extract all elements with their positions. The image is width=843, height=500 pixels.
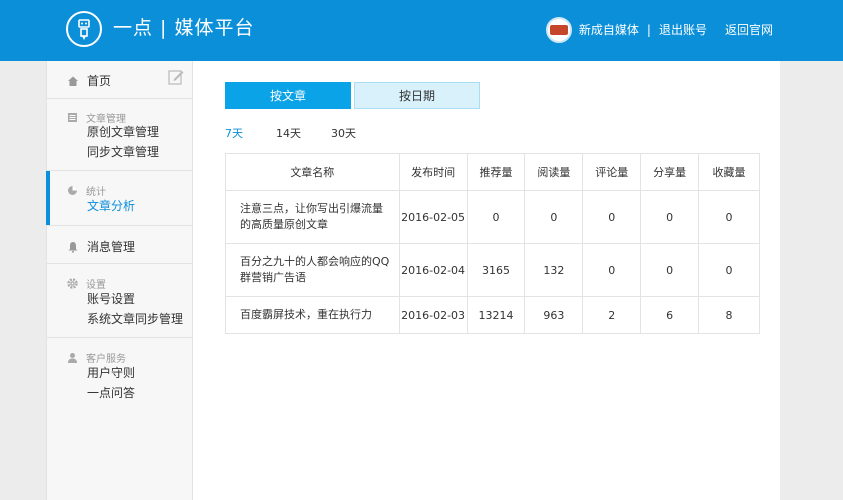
range-30-days[interactable]: 30天	[331, 125, 356, 141]
pie-chart-icon	[68, 186, 77, 195]
main-panel: 按文章 按日期 7天 14天 30天 文章名称 发布时间 推荐量 阅读量 评论量…	[193, 61, 780, 500]
sidebar-title-service: 客户服务	[67, 350, 126, 365]
cell-title[interactable]: 百度霸屏技术，重在执行力	[225, 296, 400, 334]
back-to-site-link[interactable]: 返回官网	[725, 17, 773, 43]
sidebar-title-settings: 设置	[67, 276, 106, 291]
sidebar: 首页 文章管理 原创文章管理 同步文章管理 统计 文章分析 消息管理 设置 账号…	[46, 61, 193, 500]
tab-by-date[interactable]: 按日期	[354, 82, 480, 109]
sidebar-section-articles: 文章管理 原创文章管理 同步文章管理	[47, 99, 193, 171]
cell-reads: 0	[524, 190, 584, 244]
cell-shares: 0	[640, 190, 700, 244]
article-stats-table: 文章名称 发布时间 推荐量 阅读量 评论量 分享量 收藏量 注意三点，让你写出引…	[225, 153, 760, 334]
header-separator: |	[646, 23, 651, 37]
cell-comments: 0	[582, 190, 642, 244]
table-row: 百度霸屏技术，重在执行力 2016-02-03 13214 963 2 6 8	[225, 296, 760, 334]
cell-date: 2016-02-03	[398, 296, 468, 334]
cell-reads: 963	[524, 296, 584, 334]
cell-favorites: 8	[698, 296, 760, 334]
sidebar-item-account-settings[interactable]: 账号设置	[87, 291, 135, 307]
sidebar-section-home: 首页	[47, 61, 193, 99]
cell-shares: 0	[640, 243, 700, 297]
cell-comments: 0	[582, 243, 642, 297]
header-user-area: 新成自媒体 | 退出账号 返回官网	[545, 17, 773, 43]
cell-reads: 132	[524, 243, 584, 297]
col-header-favorites[interactable]: 收藏量	[698, 153, 760, 191]
sidebar-item-messages-label: 消息管理	[87, 240, 136, 254]
sidebar-title-articles: 文章管理	[67, 110, 126, 125]
user-icon	[68, 353, 77, 363]
sidebar-section-settings: 设置 账号设置 系统文章同步管理	[47, 264, 193, 338]
sidebar-item-sync-articles[interactable]: 同步文章管理	[87, 144, 159, 160]
logo-icon[interactable]	[66, 11, 102, 47]
col-header-date[interactable]: 发布时间	[398, 153, 468, 191]
sidebar-item-home[interactable]: 首页	[67, 72, 111, 89]
sidebar-item-qa[interactable]: 一点问答	[87, 385, 135, 401]
cell-recommend: 13214	[466, 296, 526, 334]
sidebar-section-messages: 消息管理	[47, 226, 193, 264]
logout-link[interactable]: 退出账号	[659, 17, 707, 43]
cell-recommend: 3165	[466, 243, 526, 297]
document-icon	[68, 113, 77, 122]
table-header-row: 文章名称 发布时间 推荐量 阅读量 评论量 分享量 收藏量	[225, 153, 760, 191]
sidebar-item-user-rules[interactable]: 用户守则	[87, 365, 135, 381]
sidebar-item-original-articles[interactable]: 原创文章管理	[87, 124, 159, 140]
tab-by-article[interactable]: 按文章	[225, 82, 351, 109]
range-14-days[interactable]: 14天	[276, 125, 301, 141]
gear-icon	[67, 278, 78, 289]
sidebar-section-service: 客户服务 用户守则 一点问答	[47, 338, 193, 412]
cell-favorites: 0	[698, 190, 760, 244]
sidebar-title-stats-label: 统计	[86, 187, 106, 198]
range-7-days[interactable]: 7天	[225, 125, 243, 141]
avatar-image	[549, 25, 568, 35]
cell-date: 2016-02-05	[398, 190, 468, 244]
col-header-title[interactable]: 文章名称	[225, 153, 400, 191]
cell-title[interactable]: 百分之九十的人都会响应的QQ群营销广告语	[225, 243, 400, 297]
cell-favorites: 0	[698, 243, 760, 297]
col-header-reads[interactable]: 阅读量	[524, 153, 584, 191]
cell-date: 2016-02-04	[398, 243, 468, 297]
edit-icon[interactable]	[168, 69, 184, 88]
sidebar-title-stats: 统计	[67, 183, 106, 198]
sidebar-item-sync-settings[interactable]: 系统文章同步管理	[87, 311, 183, 327]
avatar[interactable]	[545, 17, 572, 43]
sidebar-item-home-label: 首页	[87, 74, 112, 88]
bell-icon	[68, 241, 78, 253]
sidebar-title-settings-label: 设置	[86, 280, 106, 291]
sidebar-title-service-label: 客户服务	[86, 354, 126, 365]
cell-comments: 2	[582, 296, 642, 334]
brand-title: 一点 | 媒体平台	[113, 17, 255, 39]
username-link[interactable]: 新成自媒体	[579, 17, 639, 43]
sidebar-title-articles-label: 文章管理	[86, 114, 126, 125]
cell-recommend: 0	[466, 190, 526, 244]
sidebar-item-article-analysis[interactable]: 文章分析	[87, 198, 135, 214]
col-header-shares[interactable]: 分享量	[640, 153, 700, 191]
cell-shares: 6	[640, 296, 700, 334]
cell-title[interactable]: 注意三点，让你写出引爆流量的高质量原创文章	[225, 190, 400, 244]
sidebar-item-messages[interactable]: 消息管理	[67, 238, 135, 255]
table-row: 注意三点，让你写出引爆流量的高质量原创文章 2016-02-05 0 0 0 0…	[225, 190, 760, 244]
home-icon	[68, 76, 78, 86]
col-header-recommend[interactable]: 推荐量	[466, 153, 526, 191]
top-header: 一点 | 媒体平台 新成自媒体 | 退出账号 返回官网	[0, 0, 843, 61]
sidebar-section-stats: 统计 文章分析	[47, 171, 193, 226]
col-header-comments[interactable]: 评论量	[582, 153, 642, 191]
table-row: 百分之九十的人都会响应的QQ群营销广告语 2016-02-04 3165 132…	[225, 243, 760, 297]
